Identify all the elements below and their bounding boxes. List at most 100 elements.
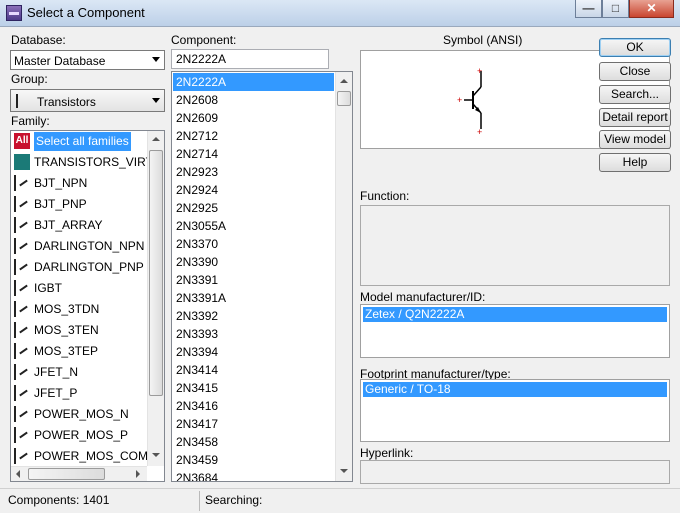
component-label: Component:: [171, 33, 237, 47]
component-item[interactable]: 2N3459: [173, 451, 334, 469]
family-item[interactable]: DARLINGTON_PNP: [12, 257, 146, 278]
footprint-list[interactable]: Generic / TO-18: [360, 379, 670, 442]
model-item[interactable]: Zetex / Q2N2222A: [363, 307, 667, 322]
jfet-icon: [14, 364, 30, 380]
component-item[interactable]: 2N3417: [173, 415, 334, 433]
view-model-button[interactable]: View model: [599, 130, 671, 149]
family-item[interactable]: MOS_3TEN: [12, 320, 146, 341]
scroll-left-icon[interactable]: [16, 470, 20, 478]
family-item-label: BJT_PNP: [34, 197, 87, 211]
family-item[interactable]: JFET_N: [12, 362, 146, 383]
component-list[interactable]: 2N2222A 2N2608 2N2609 2N2712 2N2714 2N2923 2N2…: [171, 71, 353, 482]
svg-text:+: +: [477, 66, 482, 76]
family-item[interactable]: All Select all families: [12, 131, 146, 152]
family-vscrollbar[interactable]: [147, 131, 164, 466]
family-item-label: TRANSISTORS_VIRTUAL: [34, 155, 165, 169]
group-label: Group:: [11, 72, 48, 86]
window-title: Select a Component: [27, 5, 145, 20]
close-icon: ✕: [646, 1, 657, 15]
component-item[interactable]: 2N3391: [173, 271, 334, 289]
scroll-up-icon[interactable]: [340, 79, 348, 83]
database-value: Master Database: [14, 54, 106, 68]
component-item[interactable]: 2N3391A: [173, 289, 334, 307]
minimize-icon: —: [582, 1, 595, 15]
group-value: Transistors: [37, 95, 96, 109]
family-item-label: DARLINGTON_NPN: [34, 239, 145, 253]
component-search-input[interactable]: [171, 49, 329, 69]
footprint-item[interactable]: Generic / TO-18: [363, 382, 667, 397]
family-item[interactable]: IGBT: [12, 278, 146, 299]
component-item[interactable]: 2N3458: [173, 433, 334, 451]
family-item[interactable]: MOS_3TEP: [12, 341, 146, 362]
ok-button[interactable]: OK: [599, 38, 671, 57]
component-vscrollbar[interactable]: [335, 72, 352, 481]
family-item[interactable]: MOS_3TDN: [12, 299, 146, 320]
scroll-down-icon[interactable]: [152, 453, 160, 457]
component-item[interactable]: 2N3415: [173, 379, 334, 397]
mosfet-icon: [14, 343, 30, 359]
search-button[interactable]: Search...: [599, 85, 671, 104]
npn-icon: [14, 175, 30, 191]
component-item[interactable]: 2N2608: [173, 91, 334, 109]
help-button[interactable]: Help: [599, 153, 671, 172]
family-item-label: DARLINGTON_PNP: [34, 260, 144, 274]
family-list[interactable]: All Select all families TRANSISTORS_VIRTUA…: [10, 130, 165, 482]
group-dropdown[interactable]: Transistors: [10, 89, 165, 112]
power-mos-icon: [14, 448, 30, 464]
darlington-npn-icon: [14, 238, 30, 254]
close-button[interactable]: Close: [599, 62, 671, 81]
hyperlink-box: [360, 460, 670, 484]
family-item-label: MOS_3TEN: [34, 323, 99, 337]
family-item[interactable]: BJT_NPN: [12, 173, 146, 194]
component-item[interactable]: 2N3394: [173, 343, 334, 361]
family-item-label: POWER_MOS_N: [34, 407, 129, 421]
family-item-label: POWER_MOS_P: [34, 428, 129, 442]
scroll-down-icon[interactable]: [340, 469, 348, 473]
scroll-up-icon[interactable]: [152, 137, 160, 141]
component-item[interactable]: 2N2222A: [173, 73, 334, 91]
function-label: Function:: [360, 189, 410, 203]
family-hscrollbar[interactable]: [11, 466, 147, 481]
family-item[interactable]: BJT_PNP: [12, 194, 146, 215]
scroll-right-icon[interactable]: [136, 470, 140, 478]
component-item[interactable]: 2N3392: [173, 307, 334, 325]
bjt-array-icon: [14, 217, 30, 233]
component-item[interactable]: 2N2925: [173, 199, 334, 217]
transistor-icon: [16, 94, 30, 108]
scroll-thumb[interactable]: [149, 150, 163, 396]
maximize-icon: □: [611, 1, 620, 15]
component-item[interactable]: 2N2712: [173, 127, 334, 145]
component-item[interactable]: 2N2714: [173, 145, 334, 163]
detail-report-button[interactable]: Detail report: [599, 108, 671, 127]
component-item[interactable]: 2N3370: [173, 235, 334, 253]
component-item[interactable]: 2N2923: [173, 163, 334, 181]
hyperlink-label: Hyperlink:: [360, 446, 414, 460]
power-mos-icon: [14, 406, 30, 422]
component-item[interactable]: 2N3416: [173, 397, 334, 415]
component-item[interactable]: 2N3390: [173, 253, 334, 271]
family-item[interactable]: BJT_ARRAY: [12, 215, 146, 236]
family-item[interactable]: POWER_MOS_COMP: [12, 446, 156, 467]
close-window-button[interactable]: ✕: [629, 0, 674, 18]
family-item[interactable]: JFET_P: [12, 383, 146, 404]
model-list[interactable]: Zetex / Q2N2222A: [360, 304, 670, 358]
maximize-button[interactable]: □: [602, 0, 629, 18]
family-item[interactable]: POWER_MOS_N: [12, 404, 146, 425]
hscroll-thumb[interactable]: [28, 468, 105, 480]
model-label: Model manufacturer/ID:: [360, 290, 486, 304]
family-item[interactable]: TRANSISTORS_VIRTUAL: [12, 152, 164, 173]
svg-text:+: +: [477, 127, 482, 137]
family-item[interactable]: DARLINGTON_NPN: [12, 236, 146, 257]
scroll-thumb[interactable]: [337, 91, 351, 106]
minimize-button[interactable]: —: [575, 0, 602, 18]
component-item[interactable]: 2N3684: [173, 469, 334, 481]
svg-text:+: +: [457, 95, 462, 105]
component-item[interactable]: 2N3393: [173, 325, 334, 343]
family-item[interactable]: POWER_MOS_P: [12, 425, 146, 446]
power-mos-icon: [14, 427, 30, 443]
component-item[interactable]: 2N3055A: [173, 217, 334, 235]
component-item[interactable]: 2N2609: [173, 109, 334, 127]
component-item[interactable]: 2N3414: [173, 361, 334, 379]
component-item[interactable]: 2N2924: [173, 181, 334, 199]
database-dropdown[interactable]: Master Database: [10, 50, 165, 70]
